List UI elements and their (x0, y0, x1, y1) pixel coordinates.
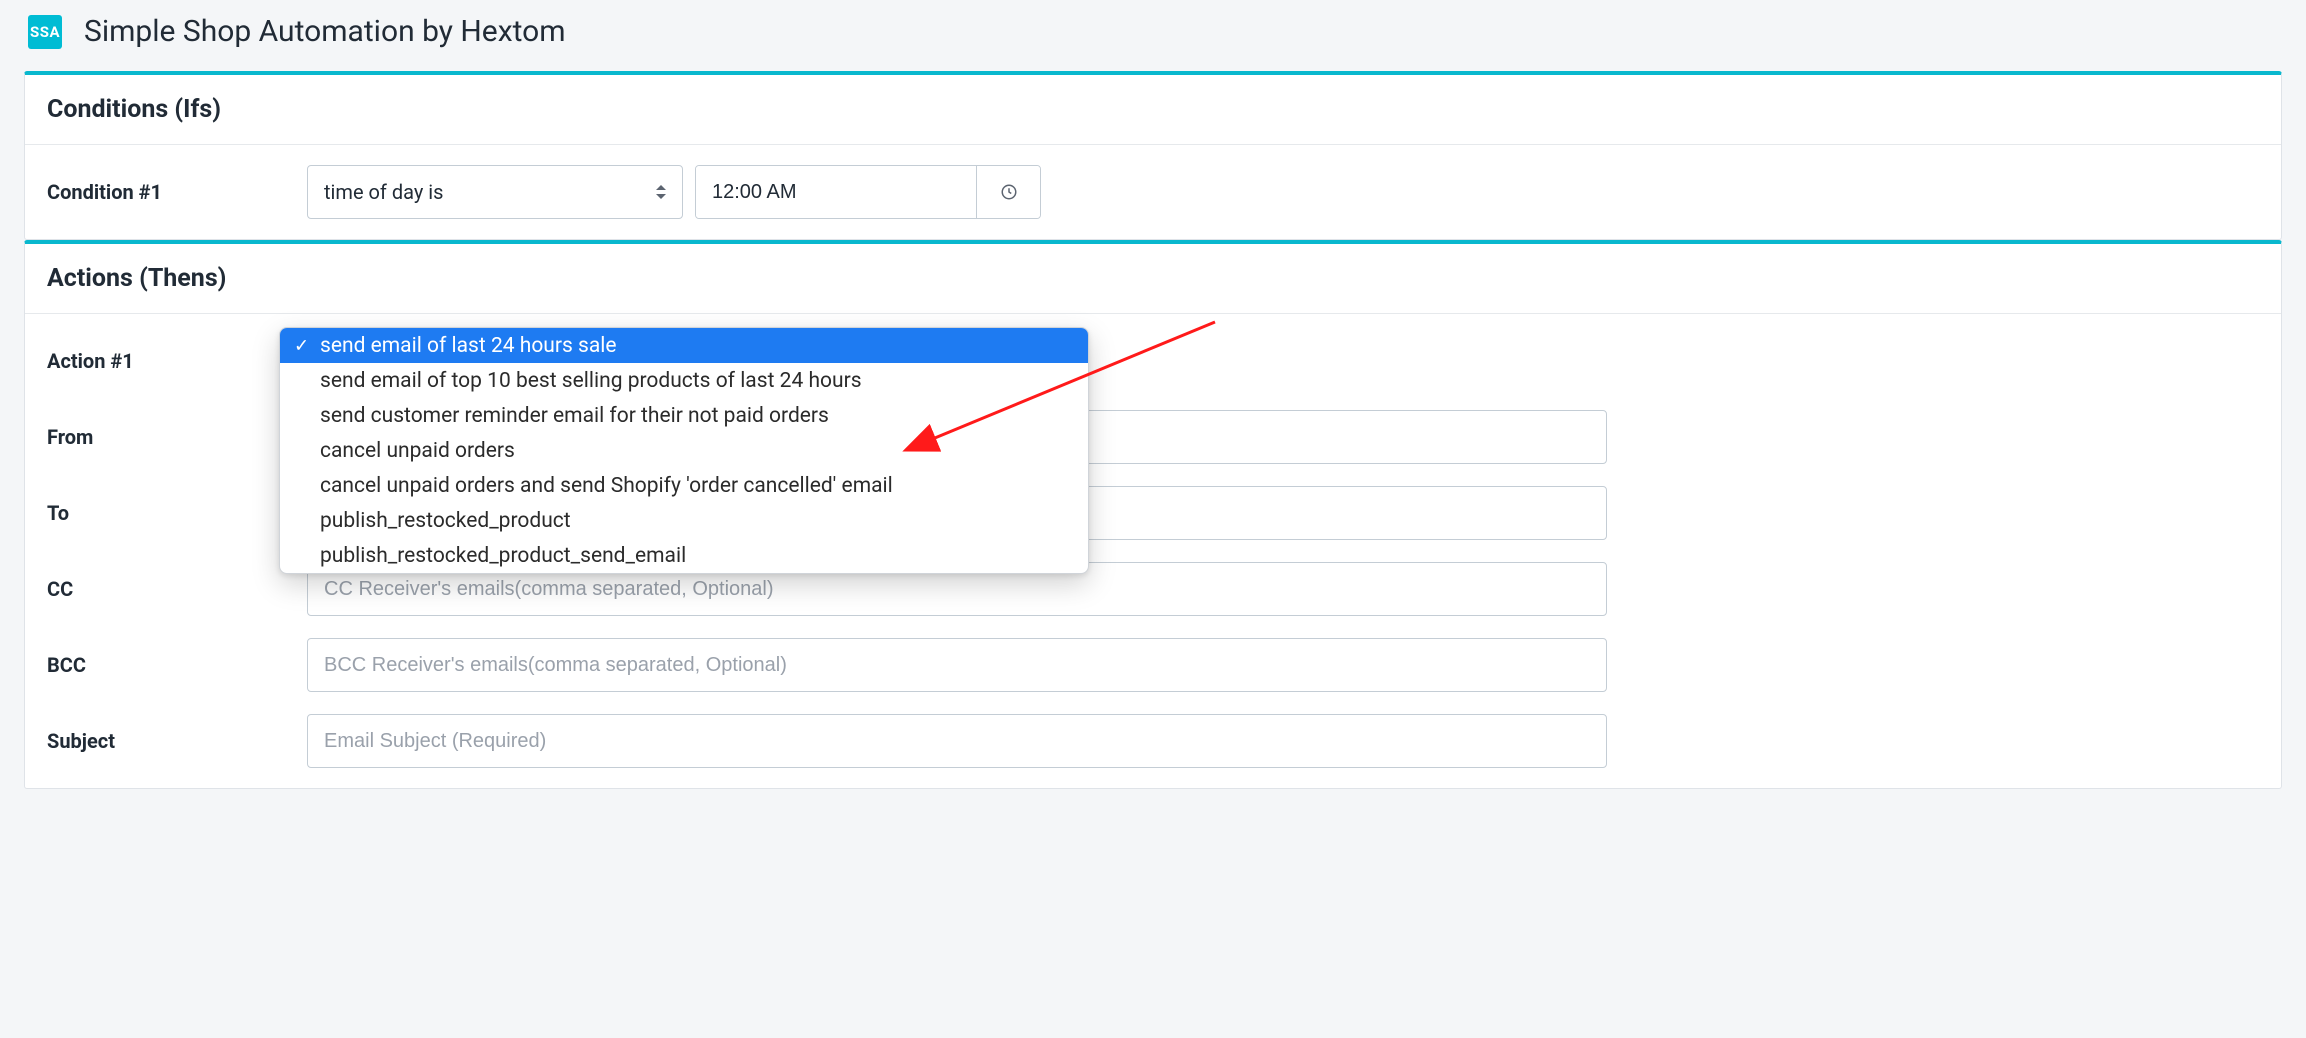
action-dropdown-option-label: send email of last 24 hours sale (320, 334, 617, 358)
action-dropdown-option[interactable]: cancel unpaid orders (280, 433, 1088, 468)
conditions-title: Conditions (Ifs) (47, 95, 2259, 124)
action-dropdown-menu[interactable]: ✓send email of last 24 hours salesend em… (279, 327, 1089, 574)
action-dropdown-option-label: send customer reminder email for their n… (320, 404, 829, 428)
action-row-1: Action #1 send email of last 24 hours sa… (47, 334, 2259, 388)
condition-time-input[interactable] (696, 166, 976, 218)
actions-header: Actions (Thens) (25, 244, 2281, 314)
conditions-body: Condition #1 time of day is (25, 145, 2281, 239)
condition-label: Condition #1 (47, 180, 307, 204)
conditions-panel: Conditions (Ifs) Condition #1 time of da… (24, 71, 2282, 240)
action-dropdown-option-label: cancel unpaid orders and send Shopify 'o… (320, 474, 893, 498)
actions-body: Action #1 send email of last 24 hours sa… (25, 314, 2281, 788)
to-label: To (47, 501, 307, 525)
condition-time-group (695, 165, 1041, 219)
actions-panel: Actions (Thens) Action #1 send email of … (24, 240, 2282, 789)
conditions-header: Conditions (Ifs) (25, 75, 2281, 145)
from-label: From (47, 425, 307, 449)
check-icon: ✓ (294, 335, 309, 356)
action-dropdown-option-label: publish_restocked_product (320, 509, 571, 533)
action-dropdown-option[interactable]: publish_restocked_product_send_email (280, 538, 1088, 573)
actions-title: Actions (Thens) (47, 264, 2259, 293)
bcc-label: BCC (47, 653, 307, 677)
app-header: SSA Simple Shop Automation by Hextom (0, 0, 2306, 71)
action-dropdown-option[interactable]: publish_restocked_product (280, 503, 1088, 538)
clock-icon (1000, 183, 1018, 201)
app-logo: SSA (28, 15, 62, 49)
cc-label: CC (47, 577, 307, 601)
subject-input[interactable] (307, 714, 1607, 768)
subject-label: Subject (47, 729, 307, 753)
action-dropdown-option[interactable]: send customer reminder email for their n… (280, 398, 1088, 433)
app-title: Simple Shop Automation by Hextom (84, 14, 566, 49)
condition-type-select[interactable]: time of day is (307, 165, 683, 219)
bcc-row: BCC (47, 638, 2259, 692)
condition-type-value: time of day is (324, 180, 443, 204)
bcc-input[interactable] (307, 638, 1607, 692)
select-chevrons-icon (656, 182, 668, 202)
action-dropdown-option[interactable]: cancel unpaid orders and send Shopify 'o… (280, 468, 1088, 503)
action-dropdown-option-label: publish_restocked_product_send_email (320, 544, 686, 568)
condition-row-1: Condition #1 time of day is (47, 165, 2259, 219)
action-dropdown-option[interactable]: ✓ send email of last 24 hours sale (280, 328, 1088, 363)
action-dropdown-option-label: send email of top 10 best selling produc… (320, 369, 862, 393)
subject-row: Subject (47, 714, 2259, 768)
action-label: Action #1 (47, 349, 307, 373)
action-select-anchor: send email of last 24 hours sale ✓send e… (307, 334, 1007, 388)
condition-time-picker-button[interactable] (976, 166, 1040, 218)
action-dropdown-option-label: cancel unpaid orders (320, 439, 515, 463)
action-dropdown-option[interactable]: send email of top 10 best selling produc… (280, 363, 1088, 398)
